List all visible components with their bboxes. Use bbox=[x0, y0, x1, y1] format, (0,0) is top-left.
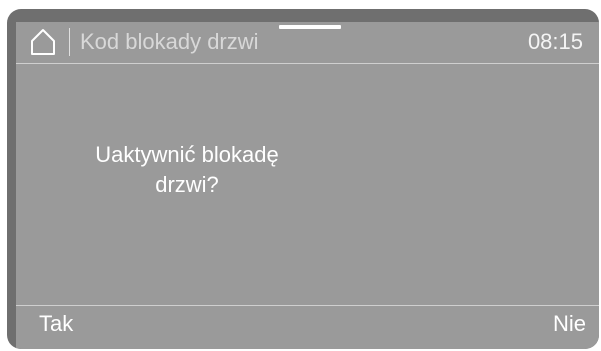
clock: 08:15 bbox=[527, 29, 583, 54]
message-line-2: drzwi? bbox=[155, 172, 219, 197]
display-bezel: Kod blokady drzwi 08:15 Uaktywnić blokad… bbox=[7, 9, 599, 349]
header-separator bbox=[69, 28, 70, 56]
page-title: Kod blokady drzwi bbox=[80, 29, 259, 54]
footer-divider bbox=[16, 305, 599, 306]
no-button[interactable]: Nie bbox=[553, 311, 586, 337]
display-screen: Kod blokady drzwi 08:15 Uaktywnić blokad… bbox=[16, 22, 599, 349]
home-button[interactable] bbox=[30, 28, 56, 56]
dialog-message: Uaktywnić blokadę drzwi? bbox=[56, 140, 318, 200]
page-indicator bbox=[279, 25, 341, 29]
message-line-1: Uaktywnić blokadę bbox=[95, 142, 279, 167]
home-icon bbox=[31, 29, 55, 55]
yes-button[interactable]: Tak bbox=[39, 311, 73, 337]
